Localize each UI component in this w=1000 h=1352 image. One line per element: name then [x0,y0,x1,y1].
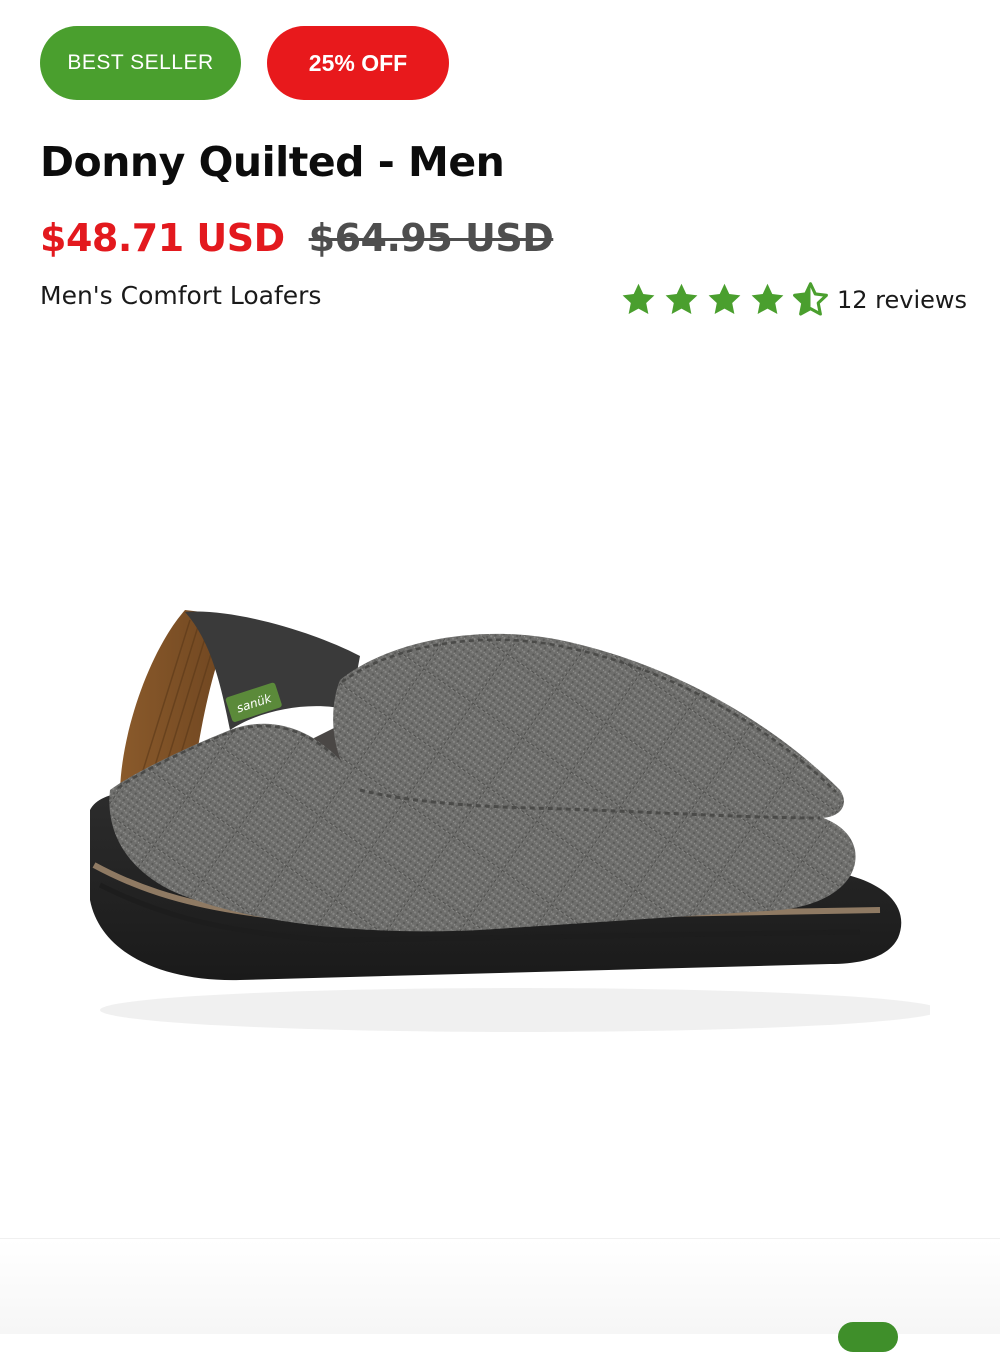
reviews-count-link[interactable]: 12 reviews [837,286,967,314]
loafer-shoe-image: sanük [90,610,940,1032]
product-image[interactable]: sanük [60,560,940,1060]
star-icon [665,283,698,314]
floating-action-edge [838,1322,898,1352]
sale-price: $48.71 USD [40,216,285,260]
price-row: $48.71 USD $64.95 USD [40,216,554,260]
original-price: $64.95 USD [308,216,554,260]
best-seller-badge[interactable]: BEST SELLER [40,26,241,100]
discount-badge[interactable]: 25% OFF [267,26,449,100]
rating-summary[interactable]: 12 reviews [620,281,967,318]
star-icon [622,283,655,314]
star-icon [751,283,784,314]
bottom-panel-edge [0,1238,1000,1334]
product-category: Men's Comfort Loafers [40,281,322,310]
half-star-icon [793,282,828,316]
product-badges: BEST SELLER 25% OFF [40,26,449,100]
product-title: Donny Quilted - Men [40,138,505,186]
star-rating [620,281,829,318]
star-icon [708,283,741,314]
